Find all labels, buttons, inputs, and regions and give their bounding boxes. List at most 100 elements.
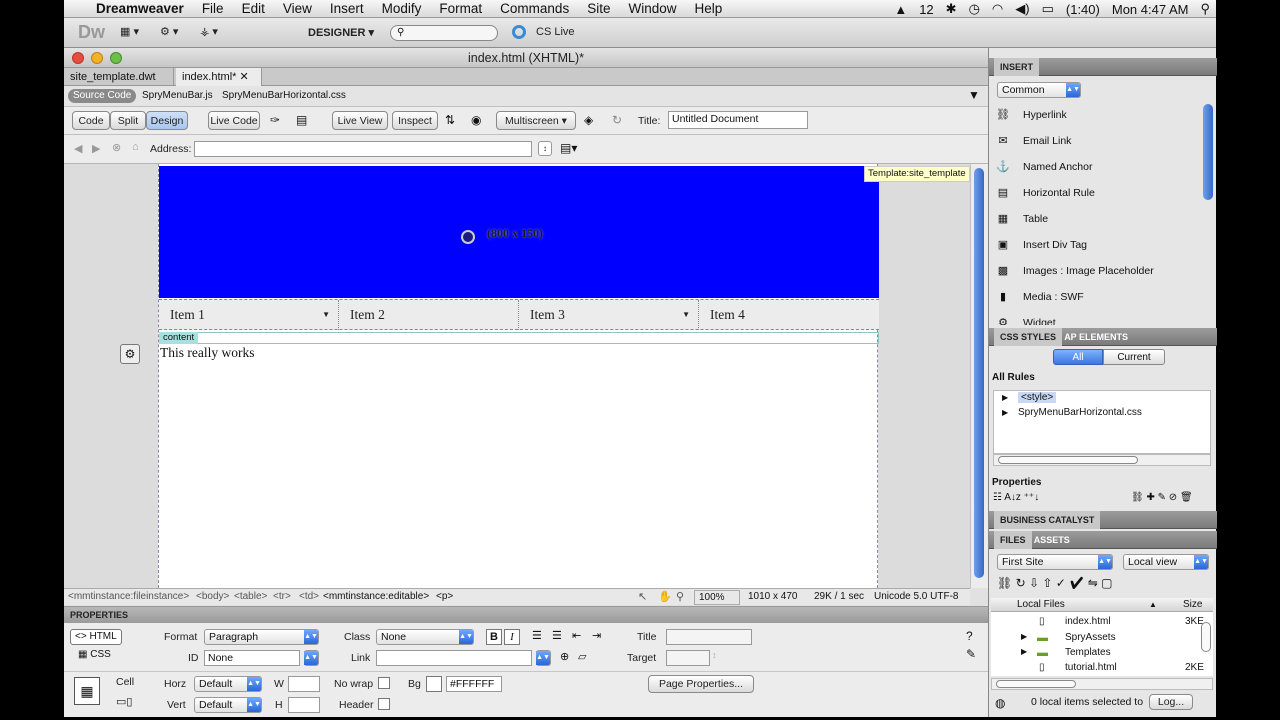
- menu-item-4[interactable]: Item 4: [699, 300, 879, 330]
- filter-icon[interactable]: ▼: [968, 88, 980, 102]
- css-actions-icons[interactable]: ⛓ ✚ ✎ ⊘ 🗑: [1131, 492, 1193, 503]
- scroll-thumb[interactable]: [974, 168, 984, 578]
- width-input[interactable]: [288, 676, 320, 692]
- business-catalyst-tab[interactable]: BUSINESS CATALYST: [994, 511, 1101, 529]
- files-toolbar-icons[interactable]: ⛓ ↻ ⇩ ⇧ ✓ ✔ ⇋ ▢: [997, 576, 1112, 590]
- browser-compat-icon[interactable]: ✑: [270, 113, 280, 127]
- menu-file[interactable]: File: [193, 1, 233, 16]
- folder-row[interactable]: ▶ ▬ SpryAssets: [991, 632, 1199, 647]
- spry-widget-icon[interactable]: ⚙: [120, 344, 140, 364]
- validate-icon[interactable]: ◈: [584, 113, 593, 127]
- menu-app[interactable]: Dreamweaver: [92, 1, 193, 16]
- tag-table[interactable]: <table>: [234, 589, 267, 605]
- menu-site[interactable]: Site: [578, 1, 619, 16]
- tag-body[interactable]: <body>: [196, 589, 229, 605]
- search-input[interactable]: ⚲: [390, 25, 498, 41]
- menu-commands[interactable]: Commands: [491, 1, 578, 16]
- address-input[interactable]: [194, 141, 532, 157]
- css-hscroll[interactable]: [993, 454, 1211, 466]
- tag-p[interactable]: <p>: [436, 589, 453, 605]
- css-view-mode-icons[interactable]: ☷ A↓z ⁺⁺↓: [993, 492, 1039, 503]
- log-button[interactable]: Log...: [1149, 694, 1193, 710]
- menu-modify[interactable]: Modify: [373, 1, 431, 16]
- bold-button[interactable]: B: [486, 629, 502, 645]
- height-input[interactable]: [288, 697, 320, 713]
- preview-browser-icon[interactable]: ◉: [471, 113, 481, 127]
- live-view-button[interactable]: Live View: [332, 111, 388, 130]
- insert-email-link[interactable]: ✉ Email Link: [995, 129, 1205, 153]
- css-current-button[interactable]: Current: [1103, 349, 1165, 365]
- target-input[interactable]: [666, 650, 710, 666]
- related-source-code[interactable]: Source Code: [68, 89, 137, 103]
- page-properties-button[interactable]: Page Properties...: [648, 675, 754, 693]
- css-rule-style[interactable]: <style>: [1018, 392, 1057, 403]
- link-input[interactable]: [376, 650, 532, 666]
- related-spry-css[interactable]: SpryMenuBarHorizontal.css: [222, 90, 346, 101]
- files-tab[interactable]: FILES: [994, 531, 1032, 549]
- target-dropdown-icon[interactable]: ↕: [712, 650, 717, 660]
- indent-icon[interactable]: ⇥: [592, 629, 601, 642]
- expand-arrow-icon[interactable]: ▶: [1002, 393, 1008, 402]
- ordered-list-icon[interactable]: ☰: [552, 629, 562, 642]
- code-view-button[interactable]: Code: [72, 111, 110, 130]
- files-hscroll-thumb[interactable]: [996, 680, 1076, 688]
- wifi-icon[interactable]: ◠: [986, 1, 1009, 17]
- bluetooth-icon[interactable]: ✱: [940, 1, 963, 17]
- cs-live-button[interactable]: CS Live: [536, 26, 575, 38]
- spotlight-icon[interactable]: ⚲: [1194, 1, 1216, 17]
- time-machine-icon[interactable]: ◷: [963, 1, 986, 17]
- layout-icon[interactable]: ▦ ▾: [120, 25, 139, 38]
- battery-icon[interactable]: ▭: [1036, 1, 1060, 17]
- window-size[interactable]: 1010 x 470: [748, 589, 798, 605]
- insert-table[interactable]: ▦ Table: [995, 207, 1205, 231]
- tag-fileinstance[interactable]: <mmtinstance:fileinstance>: [68, 589, 189, 605]
- tab-site-template[interactable]: site_template.dwt: [64, 68, 174, 86]
- adobe-icon[interactable]: ▲: [888, 2, 913, 17]
- hand-tool-icon[interactable]: ✋: [658, 589, 672, 605]
- nowrap-checkbox[interactable]: [378, 677, 390, 689]
- refresh-icon[interactable]: ↻: [612, 113, 622, 127]
- workspace-switcher[interactable]: DESIGNER ▾: [308, 26, 374, 39]
- pointer-tool-icon[interactable]: ↖: [638, 589, 647, 605]
- tab-index[interactable]: index.html* ✕: [176, 68, 262, 86]
- css-mode-button[interactable]: ▦ CSS: [78, 649, 111, 660]
- editable-region-label[interactable]: content: [159, 332, 199, 344]
- zoom-icon[interactable]: [110, 52, 122, 64]
- menu-insert[interactable]: Insert: [321, 1, 373, 16]
- tag-editable[interactable]: <mmtinstance:editable>: [323, 589, 429, 605]
- css-rule-spry[interactable]: SpryMenuBarHorizontal.css: [1018, 407, 1142, 418]
- menu-help[interactable]: Help: [685, 1, 731, 16]
- design-view-button[interactable]: Design: [146, 111, 188, 130]
- title-field-input[interactable]: [666, 629, 752, 645]
- insert-scroll-thumb[interactable]: [1203, 104, 1213, 200]
- live-code-button[interactable]: Live Code: [208, 111, 260, 130]
- insert-widget[interactable]: ⚙ Widget: [995, 311, 1205, 325]
- minimize-icon[interactable]: [91, 52, 103, 64]
- visual-aids-icon[interactable]: ▤: [296, 113, 307, 127]
- html-mode-button[interactable]: <> HTML: [70, 629, 122, 645]
- quick-tag-editor-icon[interactable]: ✎: [966, 647, 976, 661]
- insert-media-swf[interactable]: ▮ Media : SWF: [995, 285, 1205, 309]
- zoom-tool-icon[interactable]: ⚲: [676, 589, 684, 605]
- link-dropdown[interactable]: ▲▼: [536, 650, 551, 666]
- insert-category-select[interactable]: Common ▲▼: [997, 82, 1081, 98]
- forward-icon[interactable]: ▶: [92, 142, 100, 155]
- unordered-list-icon[interactable]: ☰: [532, 629, 542, 642]
- home-icon[interactable]: ⌂: [132, 141, 139, 153]
- split-view-button[interactable]: Split: [110, 111, 146, 130]
- insert-image-placeholder[interactable]: ▩ Images : Image Placeholder: [995, 259, 1205, 283]
- files-col-name[interactable]: Local Files: [1017, 598, 1065, 612]
- menu-view[interactable]: View: [274, 1, 321, 16]
- css-all-button[interactable]: All: [1053, 349, 1103, 365]
- header-checkbox[interactable]: [378, 698, 390, 710]
- multiscreen-button[interactable]: Multiscreen ▾: [496, 111, 576, 130]
- volume-icon[interactable]: ◀): [1009, 1, 1035, 17]
- expand-arrow-icon[interactable]: ▶: [1002, 408, 1008, 417]
- tag-tr[interactable]: <tr>: [273, 589, 291, 605]
- file-management-icon[interactable]: ⇅: [445, 113, 455, 127]
- format-select[interactable]: Paragraph ▲▼: [204, 629, 319, 645]
- point-to-file-icon[interactable]: ⊕: [560, 650, 569, 663]
- ap-elements-tab[interactable]: AP ELEMENTS: [1064, 332, 1128, 342]
- help-icon[interactable]: ?: [966, 629, 973, 643]
- italic-button[interactable]: I: [504, 629, 520, 645]
